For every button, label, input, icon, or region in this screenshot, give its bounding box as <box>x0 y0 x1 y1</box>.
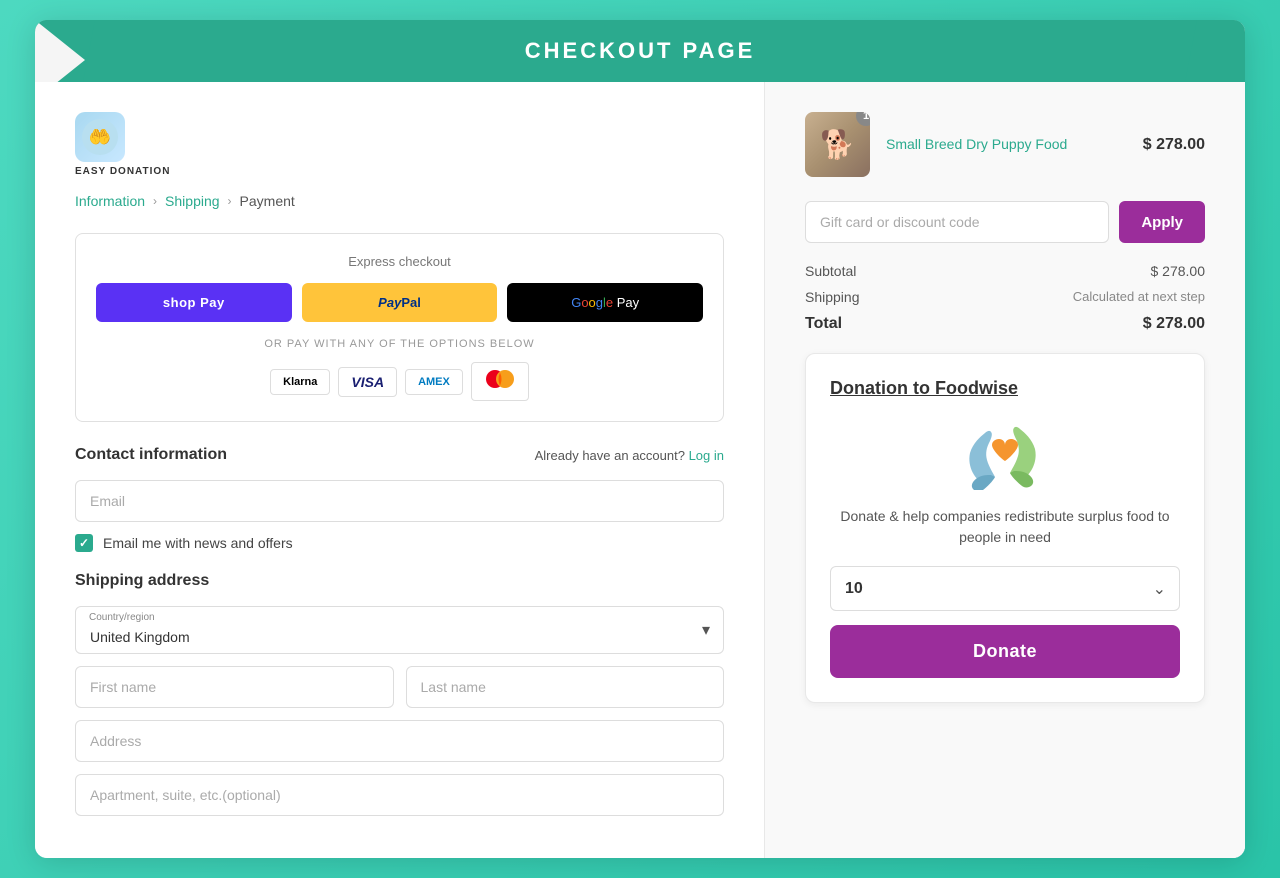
foodwise-icon <box>960 415 1050 490</box>
product-image: 🐕 1 <box>805 112 870 177</box>
amex-icon: AMEX <box>405 369 463 395</box>
subtotal-value: $ 278.00 <box>1151 263 1206 279</box>
email-field[interactable] <box>75 480 724 522</box>
donation-card: Donation to Foodwise <box>805 353 1205 703</box>
gift-code-row: Apply <box>805 201 1205 243</box>
paypal-label: PayPal <box>378 295 421 310</box>
apply-button[interactable]: Apply <box>1119 201 1205 243</box>
donation-amount-select[interactable]: 5 10 15 20 25 <box>830 566 1180 611</box>
easy-donation-logo-icon: 🤲 <box>75 112 125 162</box>
apt-field[interactable] <box>75 774 724 816</box>
logo-text: EASY DONATION <box>75 166 170 177</box>
shipping-header: Shipping address <box>75 572 724 590</box>
visa-icon: VISA <box>338 367 397 397</box>
breadcrumb-sep-1: › <box>153 194 157 208</box>
mastercard-icon <box>471 362 529 401</box>
product-name-link[interactable]: Small Breed Dry Puppy Food <box>886 136 1067 152</box>
checkout-banner: CHECKOUT PAGE <box>35 20 1245 82</box>
express-checkout-section: Express checkout shop Pay PayPal Google … <box>75 233 724 422</box>
breadcrumb-sep-2: › <box>228 194 232 208</box>
logo-area: 🤲 EASY DONATION <box>75 112 724 177</box>
product-row: 🐕 1 Small Breed Dry Puppy Food $ 278.00 <box>805 112 1205 177</box>
left-panel: 🤲 EASY DONATION Information › Shipping ›… <box>35 82 765 858</box>
express-buttons: shop Pay PayPal Google Pay <box>96 283 703 322</box>
login-link-text: Already have an account? Log in <box>535 448 724 463</box>
donation-logo <box>830 415 1180 490</box>
logo-svg: 🤲 <box>82 119 118 155</box>
gpay-button[interactable]: Google Pay <box>507 283 703 322</box>
payment-icons: Klarna VISA AMEX <box>96 362 703 401</box>
svg-text:🤲: 🤲 <box>89 127 111 147</box>
klarna-icon: Klarna <box>270 369 330 395</box>
paypal-button[interactable]: PayPal <box>302 283 498 322</box>
country-select[interactable]: United Kingdom <box>75 606 724 654</box>
contact-header: Contact information Already have an acco… <box>75 446 724 464</box>
shipping-section: Shipping address Country/region United K… <box>75 572 724 828</box>
newsletter-row: Email me with news and offers <box>75 534 724 552</box>
breadcrumb-shipping[interactable]: Shipping <box>165 193 220 209</box>
country-select-wrapper: Country/region United Kingdom ▾ <box>75 606 724 654</box>
name-row <box>75 666 724 720</box>
donation-title: Donation to Foodwise <box>830 378 1180 399</box>
main-content: 🤲 EASY DONATION Information › Shipping ›… <box>35 82 1245 858</box>
breadcrumb-information[interactable]: Information <box>75 193 145 209</box>
subtotal-label: Subtotal <box>805 263 856 279</box>
subtotal-row: Subtotal $ 278.00 <box>805 263 1205 279</box>
shipping-label: Shipping <box>805 289 860 305</box>
breadcrumb-payment[interactable]: Payment <box>240 193 295 209</box>
or-divider: OR PAY WITH ANY OF THE OPTIONS BELOW <box>96 338 703 350</box>
gift-code-input[interactable] <box>805 201 1109 243</box>
totals-section: Subtotal $ 278.00 Shipping Calculated at… <box>805 263 1205 333</box>
address-field[interactable] <box>75 720 724 762</box>
login-link[interactable]: Log in <box>689 448 724 463</box>
right-panel: 🐕 1 Small Breed Dry Puppy Food $ 278.00 … <box>765 82 1245 858</box>
grand-total-row: Total $ 278.00 <box>805 315 1205 333</box>
last-name-field[interactable] <box>406 666 725 708</box>
breadcrumb: Information › Shipping › Payment <box>75 193 724 209</box>
shipping-row: Shipping Calculated at next step <box>805 289 1205 305</box>
total-value: $ 278.00 <box>1143 315 1205 333</box>
shipping-value: Calculated at next step <box>1073 289 1205 305</box>
newsletter-checkbox[interactable] <box>75 534 93 552</box>
shoppay-label: shop Pay <box>163 295 225 310</box>
first-name-field[interactable] <box>75 666 394 708</box>
shoppay-button[interactable]: shop Pay <box>96 283 292 322</box>
product-info: Small Breed Dry Puppy Food <box>886 136 1127 154</box>
donation-description: Donate & help companies redistribute sur… <box>830 506 1180 548</box>
gpay-label: Google Pay <box>571 295 639 310</box>
donate-button[interactable]: Donate <box>830 625 1180 678</box>
contact-section: Contact information Already have an acco… <box>75 446 724 552</box>
product-price: $ 278.00 <box>1143 136 1205 154</box>
contact-title: Contact information <box>75 446 227 464</box>
newsletter-label: Email me with news and offers <box>103 535 293 551</box>
shipping-title: Shipping address <box>75 572 209 590</box>
amount-select-wrapper: 5 10 15 20 25 ⌄ <box>830 566 1180 611</box>
banner-title: CHECKOUT PAGE <box>525 38 756 63</box>
express-checkout-label: Express checkout <box>96 254 703 269</box>
total-label: Total <box>805 315 842 333</box>
